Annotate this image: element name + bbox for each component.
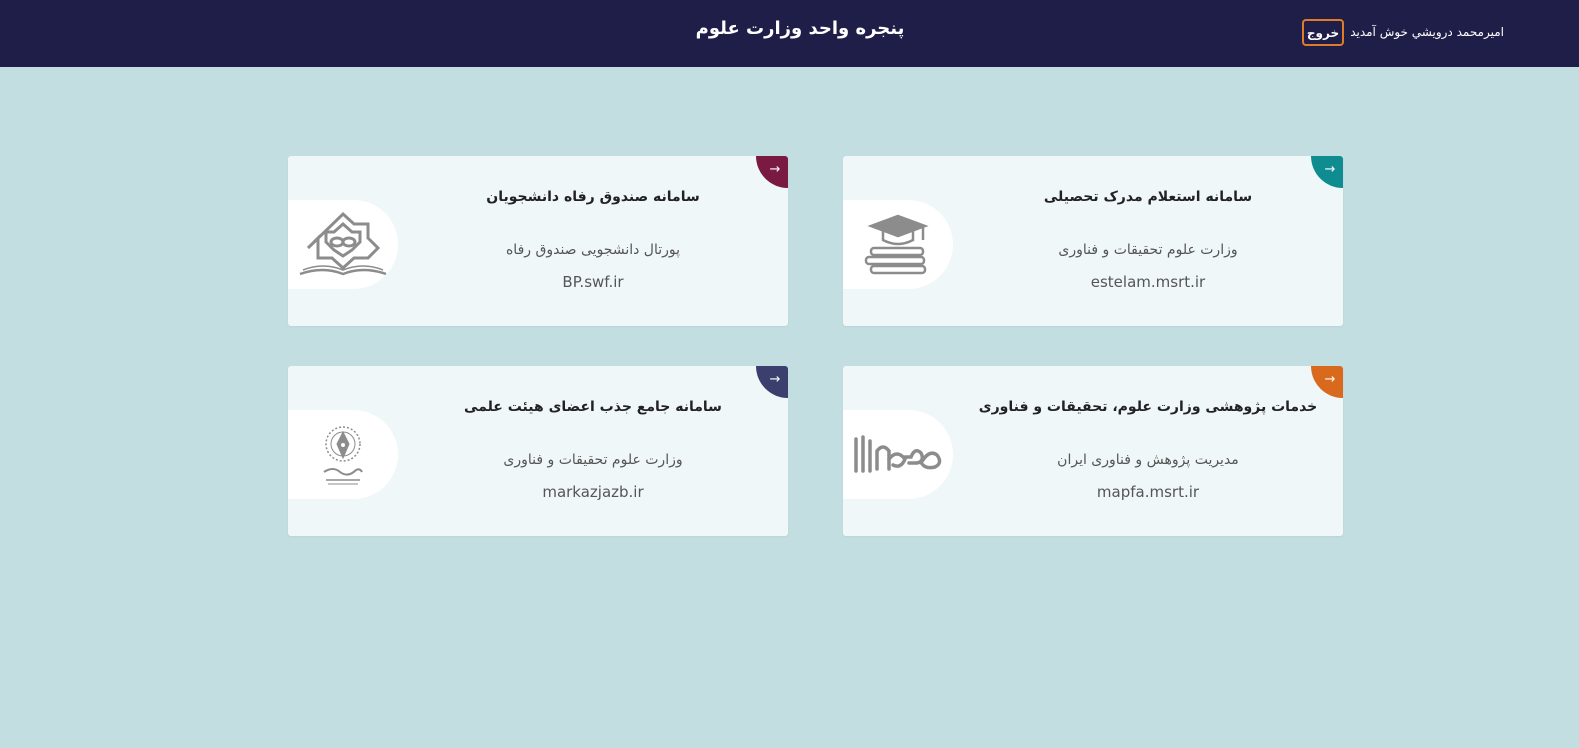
- card-logo-box: [288, 410, 398, 499]
- card-arrow-corner[interactable]: →: [756, 366, 788, 398]
- service-card-markazjazb[interactable]: → سامانه جامع جذب اعضای هیئت علمی وزارت …: [288, 366, 788, 536]
- service-card-welfare-fund[interactable]: → سامانه صندوق رفاه دانشجویان پورتال دان…: [288, 156, 788, 326]
- graduation-cap-books-icon: [864, 214, 929, 274]
- card-url[interactable]: estelam.msrt.ir: [953, 273, 1343, 291]
- card-url[interactable]: BP.swf.ir: [398, 273, 788, 291]
- logout-button[interactable]: خروج: [1302, 19, 1344, 46]
- service-card-mapfa[interactable]: → خدمات پژوهشی وزارت علوم، تحقیقات و فنا…: [843, 366, 1343, 536]
- card-subtitle: مدیریت پژوهش و فناوری ایران: [1057, 452, 1239, 468]
- welcome-message: اميرمحمد درويشي خوش آمدید: [1350, 25, 1504, 39]
- top-header: پنجره واحد وزارت علوم خروج اميرمحمد دروي…: [0, 0, 1579, 67]
- card-url[interactable]: mapfa.msrt.ir: [953, 483, 1343, 501]
- card-subtitle: وزارت علوم تحقیقات و فناوری: [1058, 242, 1238, 258]
- mapfa-logo-icon: [854, 434, 942, 473]
- card-logo-box: [843, 200, 953, 289]
- card-title: سامانه جامع جذب اعضای هیئت علمی: [464, 399, 722, 415]
- arrow-right-icon: →: [1324, 372, 1336, 387]
- card-title: سامانه استعلام مدرک تحصیلی: [1043, 189, 1253, 205]
- arrow-right-icon: →: [769, 162, 781, 177]
- card-subtitle: پورتال دانشجویی صندوق رفاه: [505, 242, 681, 258]
- card-arrow-corner[interactable]: →: [1311, 366, 1343, 398]
- card-logo-box: [843, 410, 953, 499]
- card-logo-box: [288, 200, 398, 289]
- card-title: سامانه صندوق رفاه دانشجویان: [486, 189, 700, 205]
- card-arrow-corner[interactable]: →: [756, 156, 788, 188]
- student-welfare-fund-logo-icon: [299, 211, 387, 275]
- card-subtitle: وزارت علوم تحقیقات و فناوری: [503, 452, 683, 468]
- arrow-right-icon: →: [1324, 162, 1336, 177]
- service-card-estelam[interactable]: → سامانه استعلام مدرک تحصیلی وزارت علوم …: [843, 156, 1343, 326]
- card-arrow-corner[interactable]: →: [1311, 156, 1343, 188]
- page-title: پنجره واحد وزارت علوم: [695, 18, 905, 39]
- card-url[interactable]: markazjazb.ir: [398, 483, 788, 501]
- arrow-right-icon: →: [769, 372, 781, 387]
- pen-nib-emblem-icon: [323, 425, 363, 484]
- card-title: خدمات پژوهشی وزارت علوم، تحقیقات و فناور…: [978, 399, 1318, 415]
